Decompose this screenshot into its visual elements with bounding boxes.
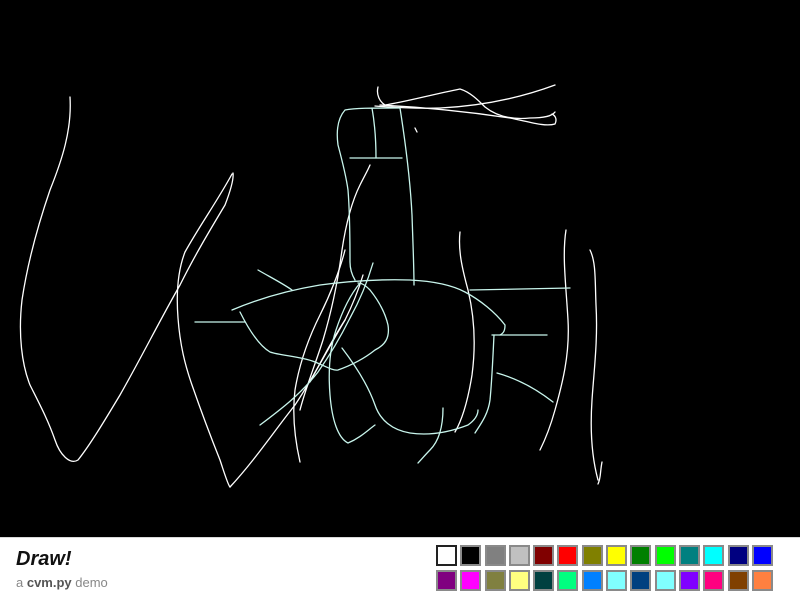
- stroke: [474, 334, 495, 434]
- color-swatch[interactable]: [703, 545, 725, 566]
- subtitle-prefix: a: [16, 575, 27, 590]
- color-swatch[interactable]: [581, 570, 603, 591]
- stroke: [454, 231, 475, 433]
- stroke: [19, 96, 234, 462]
- stroke: [414, 127, 418, 133]
- stroke: [496, 372, 554, 403]
- color-swatch[interactable]: [678, 545, 700, 566]
- drawing-surface[interactable]: [0, 0, 800, 537]
- subtitle-suffix: demo: [71, 575, 108, 590]
- stroke: [341, 347, 479, 435]
- stroke: [336, 107, 401, 281]
- color-swatch[interactable]: [630, 545, 652, 566]
- stroke: [589, 249, 599, 481]
- stroke: [376, 86, 556, 120]
- color-swatch[interactable]: [436, 570, 457, 591]
- color-swatch[interactable]: [703, 570, 725, 591]
- stroke: [257, 269, 293, 291]
- color-swatch[interactable]: [654, 570, 676, 591]
- cyan-strokes: [194, 107, 571, 464]
- stroke: [374, 84, 556, 109]
- color-swatch[interactable]: [630, 570, 652, 591]
- color-swatch[interactable]: [460, 570, 482, 591]
- app-subtitle: a cvm.py demo: [16, 575, 108, 590]
- stroke: [176, 173, 233, 488]
- color-swatch[interactable]: [460, 545, 482, 566]
- color-swatch[interactable]: [436, 545, 457, 566]
- color-swatch[interactable]: [751, 570, 773, 591]
- color-swatch[interactable]: [581, 545, 603, 566]
- stroke: [597, 461, 603, 485]
- color-swatch[interactable]: [678, 570, 700, 591]
- color-swatch[interactable]: [606, 545, 628, 566]
- color-swatch[interactable]: [484, 570, 506, 591]
- color-swatch[interactable]: [727, 570, 749, 591]
- color-swatch[interactable]: [654, 545, 676, 566]
- color-palette: [436, 545, 773, 593]
- stroke: [417, 407, 444, 464]
- stroke: [371, 107, 377, 159]
- bottom-toolbar: Draw! a cvm.py demo: [0, 537, 800, 600]
- stroke: [539, 229, 569, 451]
- color-swatch[interactable]: [557, 570, 579, 591]
- color-swatch[interactable]: [557, 545, 579, 566]
- stroke: [469, 287, 571, 291]
- color-swatch[interactable]: [508, 570, 530, 591]
- color-swatch[interactable]: [606, 570, 628, 591]
- color-swatch[interactable]: [484, 545, 506, 566]
- drawing-canvas[interactable]: [0, 0, 800, 537]
- stroke: [399, 107, 415, 286]
- subtitle-brand: cvm.py: [26, 575, 72, 590]
- color-swatch[interactable]: [533, 545, 555, 566]
- color-swatch[interactable]: [751, 545, 773, 566]
- app-title: Draw!: [16, 548, 72, 570]
- color-swatch[interactable]: [533, 570, 555, 591]
- color-swatch[interactable]: [508, 545, 530, 566]
- color-swatch[interactable]: [727, 545, 749, 566]
